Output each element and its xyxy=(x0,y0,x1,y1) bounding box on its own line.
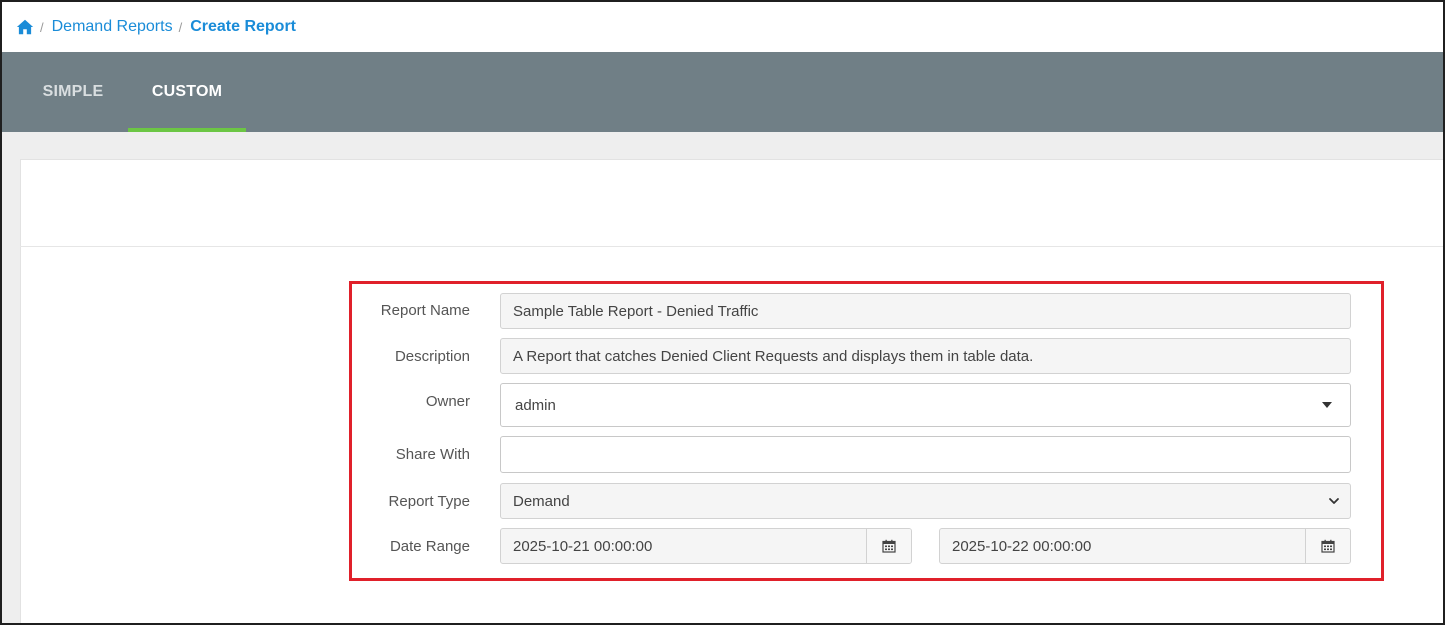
report-name-value: Sample Table Report - Denied Traffic xyxy=(513,302,759,320)
app-frame: / Demand Reports / Create Report SIMPLE … xyxy=(0,0,1445,625)
end-date-input[interactable]: 2025-10-22 00:00:00 xyxy=(940,529,1305,563)
breadcrumb: / Demand Reports / Create Report xyxy=(16,2,296,52)
calendar-icon xyxy=(1321,539,1335,553)
end-date-calendar-button[interactable] xyxy=(1305,529,1350,563)
tab-simple[interactable]: SIMPLE xyxy=(18,52,128,132)
breadcrumb-separator: / xyxy=(178,19,183,35)
date-range-label: Date Range xyxy=(389,538,470,555)
start-date-picker: 2025-10-21 00:00:00 xyxy=(500,528,912,564)
owner-label: Owner xyxy=(425,393,470,410)
breadcrumb-create-report: Create Report xyxy=(190,18,297,35)
tab-simple-label: SIMPLE xyxy=(42,83,104,100)
end-date-value: 2025-10-22 00:00:00 xyxy=(952,537,1092,555)
report-name-label: Report Name xyxy=(380,302,470,319)
calendar-icon xyxy=(882,539,896,553)
owner-value: admin xyxy=(515,396,556,414)
caret-down-icon xyxy=(1322,402,1332,408)
tab-bar: SIMPLE CUSTOM xyxy=(2,52,1443,132)
report-name-input[interactable]: Sample Table Report - Denied Traffic xyxy=(500,293,1351,329)
start-date-value: 2025-10-21 00:00:00 xyxy=(513,537,653,555)
report-type-label: Report Type xyxy=(388,493,470,510)
start-date-calendar-button[interactable] xyxy=(866,529,911,563)
report-type-value: Demand xyxy=(513,492,570,510)
breadcrumb-demand-reports[interactable]: Demand Reports xyxy=(52,18,173,36)
panel-divider xyxy=(20,246,1443,247)
report-type-select[interactable]: Demand xyxy=(500,483,1351,519)
home-icon[interactable] xyxy=(16,18,34,36)
tab-custom[interactable]: CUSTOM xyxy=(128,52,246,132)
end-date-picker: 2025-10-22 00:00:00 xyxy=(939,528,1351,564)
share-with-label: Share With xyxy=(395,446,470,463)
share-with-input[interactable] xyxy=(500,436,1351,473)
start-date-input[interactable]: 2025-10-21 00:00:00 xyxy=(501,529,866,563)
chevron-down-icon xyxy=(1329,498,1339,504)
tab-custom-label: CUSTOM xyxy=(151,83,223,100)
description-input[interactable]: A Report that catches Denied Client Requ… xyxy=(500,338,1351,374)
breadcrumb-separator: / xyxy=(40,19,44,35)
owner-select[interactable]: admin xyxy=(500,383,1351,427)
description-value: A Report that catches Denied Client Requ… xyxy=(513,347,1034,365)
description-label: Description xyxy=(394,348,470,365)
